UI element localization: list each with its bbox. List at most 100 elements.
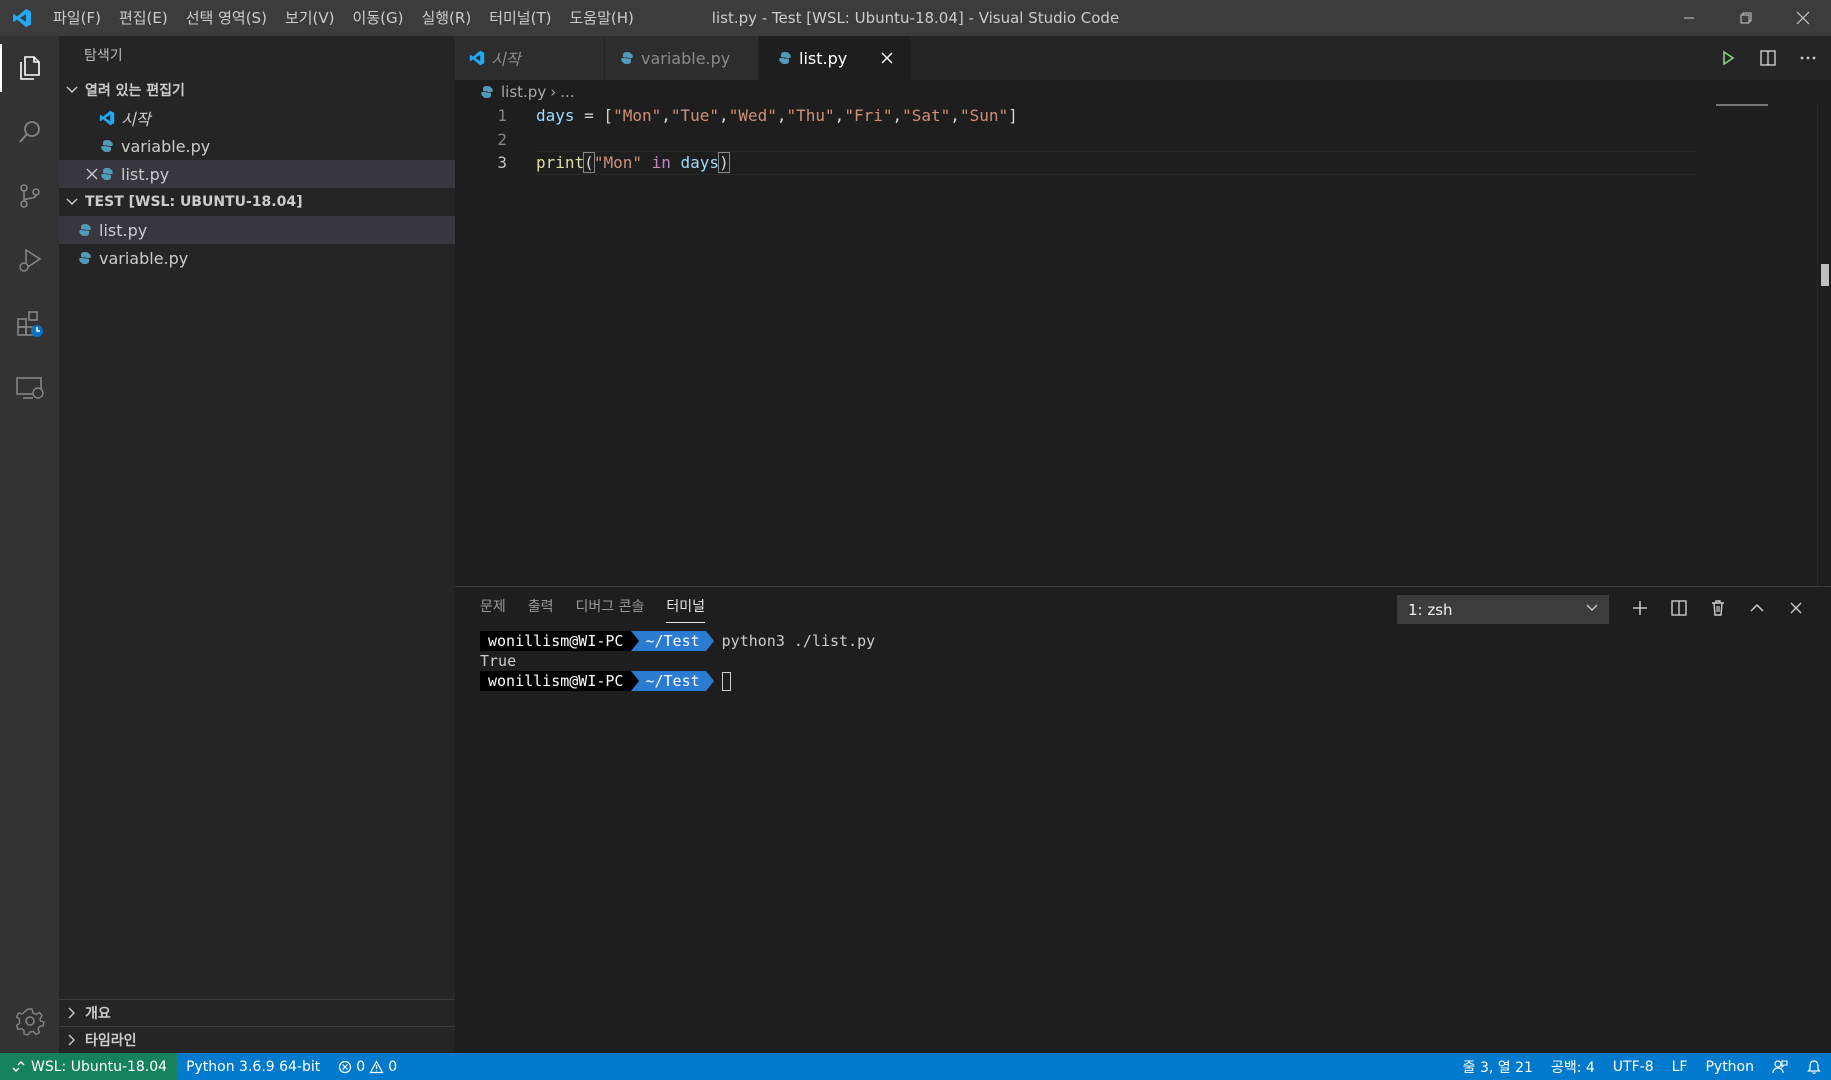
tab-start[interactable]: 시작 xyxy=(455,36,605,80)
prompt-arrow xyxy=(705,671,714,691)
python-icon xyxy=(77,222,93,238)
code-token: days xyxy=(680,153,720,172)
notifications-button[interactable] xyxy=(1797,1053,1831,1080)
indentation[interactable]: 공백: 4 xyxy=(1542,1053,1604,1080)
open-editor-label: list.py xyxy=(121,164,170,184)
problems-indicator[interactable]: 0 0 xyxy=(329,1053,406,1080)
bottom-panel: 문제 출력 디버그 콘솔 터미널 1: zsh wonillism@WI-PC … xyxy=(455,586,1831,1053)
tab-debug-console[interactable]: 디버그 콘솔 xyxy=(565,587,656,627)
editor-actions xyxy=(1715,36,1821,80)
terminal-select-value: 1: zsh xyxy=(1408,600,1453,619)
explorer-icon xyxy=(19,56,40,80)
cursor-position[interactable]: 줄 3, 열 21 xyxy=(1454,1053,1542,1080)
title-bar: 파일(F) 편집(E) 선택 영역(S) 보기(V) 이동(G) 실행(R) 터… xyxy=(0,0,1831,36)
minimize-button[interactable] xyxy=(1660,0,1717,36)
prompt-directory: ~/Test xyxy=(631,671,706,691)
tab-variable-py[interactable]: variable.py xyxy=(605,36,759,80)
activity-run-debug[interactable] xyxy=(0,228,59,292)
split-editor-button[interactable] xyxy=(1755,45,1781,71)
menu-edit[interactable]: 편집(E) xyxy=(110,0,177,36)
chevron-right-icon: › xyxy=(550,83,557,101)
settings-gear-icon xyxy=(15,1008,45,1036)
kill-terminal-button[interactable] xyxy=(1705,595,1731,621)
file-item-variable[interactable]: variable.py xyxy=(59,244,455,272)
panel-actions xyxy=(1627,595,1809,621)
code-token: ) xyxy=(718,152,730,173)
menu-view[interactable]: 보기(V) xyxy=(276,0,344,36)
code-line-text: print("Mon" in days) xyxy=(507,151,730,175)
menu-help[interactable]: 도움말(H) xyxy=(560,0,642,36)
close-tab-button[interactable] xyxy=(877,48,897,68)
timeline-section-header[interactable]: 타임라인 xyxy=(59,1026,455,1053)
outline-label: 개요 xyxy=(85,1006,111,1022)
explorer-sidebar: 탐색기 열려 있는 편집기 시작 variable.py list.py TES… xyxy=(59,36,455,1053)
activity-source-control[interactable] xyxy=(0,164,59,228)
code-line: 2 xyxy=(455,128,1695,152)
close-panel-button[interactable] xyxy=(1783,595,1809,621)
chevron-up-icon xyxy=(1750,603,1764,612)
editor-tab-bar: 시작 variable.py list.py xyxy=(455,36,1831,80)
window-controls xyxy=(1660,0,1831,36)
split-terminal-button[interactable] xyxy=(1666,595,1692,621)
minimize-icon xyxy=(1683,17,1694,19)
open-editor-item-start[interactable]: 시작 xyxy=(59,104,455,132)
terminal-select-dropdown[interactable]: 1: zsh xyxy=(1397,595,1609,624)
menu-selection[interactable]: 선택 영역(S) xyxy=(177,0,276,36)
feedback-button[interactable] xyxy=(1763,1053,1797,1080)
end-of-line[interactable]: LF xyxy=(1663,1053,1697,1080)
breadcrumb-file[interactable]: list.py xyxy=(501,83,546,101)
new-terminal-button[interactable] xyxy=(1627,595,1653,621)
restore-button[interactable] xyxy=(1717,0,1774,36)
activity-extensions[interactable] xyxy=(0,292,59,356)
terminal-cursor xyxy=(721,671,731,691)
tab-problems[interactable]: 문제 xyxy=(469,587,517,627)
open-editors-header[interactable]: 열려 있는 편집기 xyxy=(59,76,455,104)
chevron-down-icon xyxy=(1585,601,1599,619)
terminal-line: wonillism@WI-PC ~/Test xyxy=(480,671,1831,691)
chevron-down-icon xyxy=(63,81,81,99)
tab-terminal[interactable]: 터미널 xyxy=(655,587,716,627)
prompt-user: wonillism@WI-PC xyxy=(480,671,632,691)
more-actions-button[interactable] xyxy=(1795,45,1821,71)
tab-list-py[interactable]: list.py xyxy=(759,36,913,80)
python-interpreter[interactable]: Python 3.6.9 64-bit xyxy=(177,1053,329,1080)
breadcrumb-symbols[interactable]: ... xyxy=(560,83,574,101)
language-mode[interactable]: Python xyxy=(1696,1053,1763,1080)
python-icon xyxy=(99,166,115,182)
remote-indicator[interactable]: WSL: Ubuntu-18.04 xyxy=(0,1053,178,1080)
code-token: "Tue" xyxy=(670,106,720,125)
activity-explorer[interactable] xyxy=(0,36,59,100)
run-python-file-button[interactable] xyxy=(1715,45,1741,71)
menu-file[interactable]: 파일(F) xyxy=(44,0,110,36)
workspace-header[interactable]: TEST [WSL: UBUNTU-18.04] xyxy=(59,188,455,216)
activity-remote-explorer[interactable] xyxy=(0,356,59,420)
outline-section-header[interactable]: 개요 xyxy=(59,999,455,1026)
encoding[interactable]: UTF-8 xyxy=(1604,1053,1663,1080)
chevron-right-icon xyxy=(63,1031,81,1049)
close-window-button[interactable] xyxy=(1774,0,1831,36)
close-icon xyxy=(1796,11,1809,25)
menu-go[interactable]: 이동(G) xyxy=(344,0,413,36)
file-item-list[interactable]: list.py xyxy=(59,216,455,244)
maximize-panel-button[interactable] xyxy=(1744,595,1770,621)
close-editor-icon[interactable] xyxy=(83,165,101,183)
open-editor-item-variable[interactable]: variable.py xyxy=(59,132,455,160)
terminal-line: True xyxy=(480,651,1831,671)
tab-output[interactable]: 출력 xyxy=(517,587,565,627)
terminal-result: True xyxy=(480,652,517,670)
split-icon xyxy=(1671,600,1687,616)
trash-icon xyxy=(1712,600,1724,616)
activity-search[interactable] xyxy=(0,100,59,164)
menu-run[interactable]: 실행(R) xyxy=(412,0,480,36)
editor-scrollbar[interactable] xyxy=(1817,104,1831,586)
activity-settings[interactable] xyxy=(0,989,59,1053)
line-number: 1 xyxy=(497,106,507,125)
tab-label: list.py xyxy=(799,48,848,68)
terminal-output[interactable]: wonillism@WI-PC ~/Test python3 ./list.py… xyxy=(455,627,1831,691)
open-editor-item-list[interactable]: list.py xyxy=(59,160,455,188)
python-icon xyxy=(479,84,495,100)
menu-terminal[interactable]: 터미널(T) xyxy=(480,0,560,36)
code-editor[interactable]: 1 days = ["Mon","Tue","Wed","Thu","Fri",… xyxy=(455,104,1695,175)
minimap[interactable] xyxy=(1700,104,1815,116)
